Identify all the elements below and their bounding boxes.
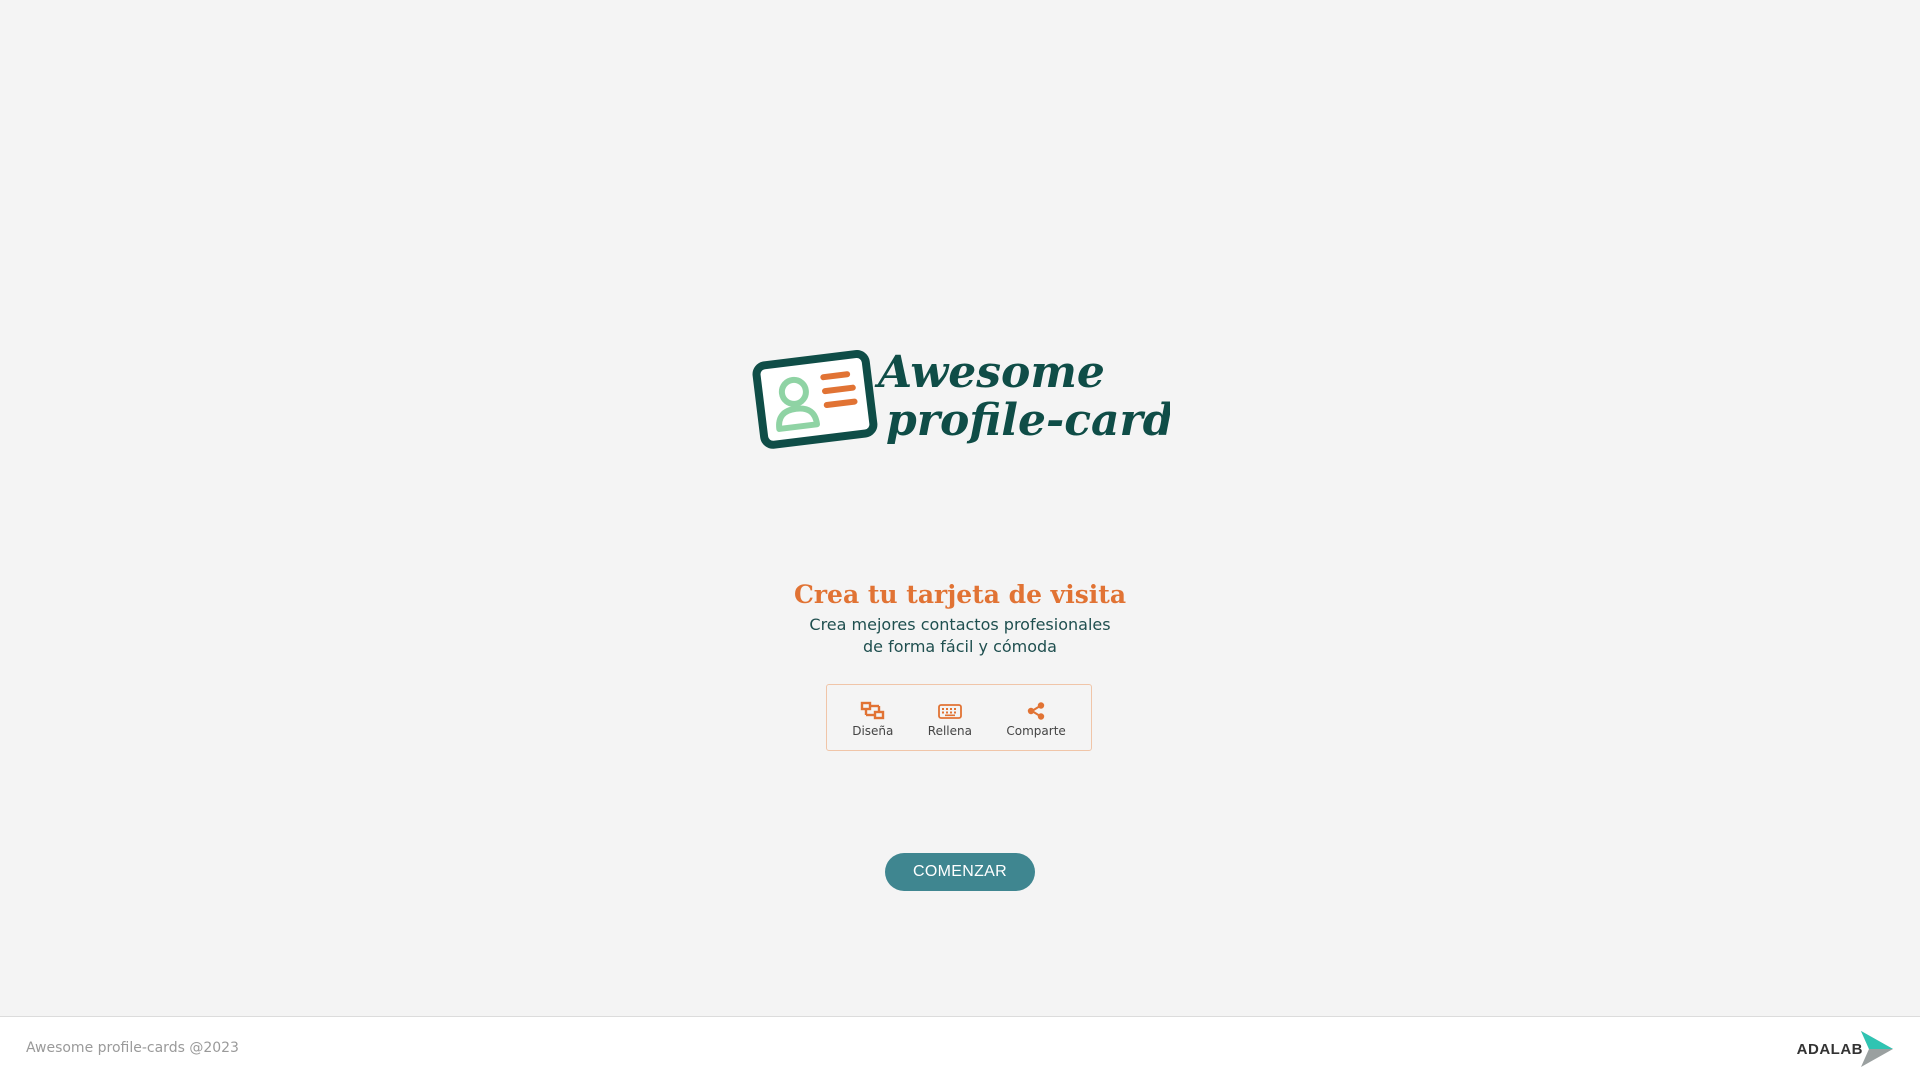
- id-card-icon: Awesome profile-cards: [752, 347, 1170, 449]
- adalab-logo-link[interactable]: ADALAB: [1797, 1029, 1895, 1069]
- step-label-share: Comparte: [1006, 724, 1066, 738]
- footer: Awesome profile-cards @2023 ADALAB: [0, 1016, 1920, 1080]
- adalab-arrow-icon: [1861, 1031, 1893, 1067]
- step-label-fill: Rellena: [927, 724, 972, 738]
- step-fill: Rellena: [928, 697, 972, 738]
- logo-line-1: Awesome: [874, 347, 1105, 398]
- start-button[interactable]: COMENZAR: [885, 853, 1035, 891]
- share-icon: [1027, 702, 1045, 720]
- hero-title: Crea tu tarjeta de visita: [793, 580, 1127, 609]
- hero-subtitle: Crea mejores contactos profesionales de …: [809, 615, 1111, 656]
- step-design: Diseña: [852, 697, 893, 738]
- step-share: Comparte: [1006, 697, 1066, 738]
- logo-line-2: profile-cards: [886, 395, 1170, 446]
- landing-page: Awesome profile-cards Crea tu tarjeta de…: [0, 0, 1920, 1080]
- brand-logo: Awesome profile-cards: [750, 345, 1170, 465]
- footer-copyright: Awesome profile-cards @2023: [26, 1040, 239, 1056]
- step-label-design: Diseña: [852, 724, 894, 738]
- steps-panel: Diseña Rellena Comparte: [826, 684, 1092, 751]
- adalab-logo-text: ADALAB: [1796, 1040, 1863, 1058]
- keyboard-icon: [937, 704, 962, 719]
- hero-section: Crea tu tarjeta de visita Crea mejores c…: [0, 578, 1920, 658]
- design-crop-icon: [860, 701, 884, 720]
